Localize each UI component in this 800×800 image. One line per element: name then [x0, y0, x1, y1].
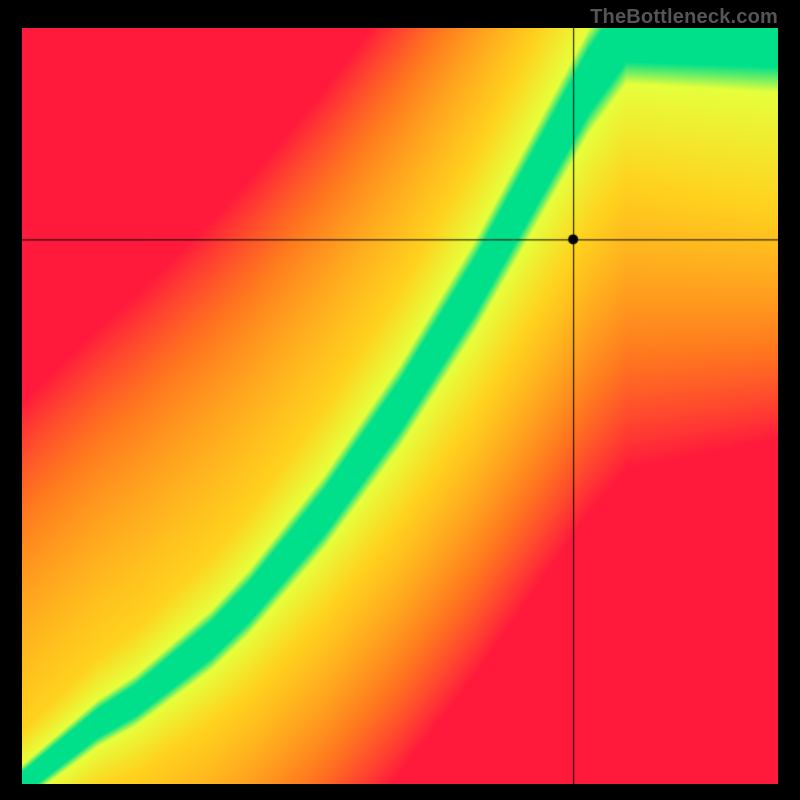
heatmap-canvas	[22, 28, 778, 784]
watermark-text: TheBottleneck.com	[590, 6, 778, 29]
heatmap-plot	[22, 28, 778, 784]
